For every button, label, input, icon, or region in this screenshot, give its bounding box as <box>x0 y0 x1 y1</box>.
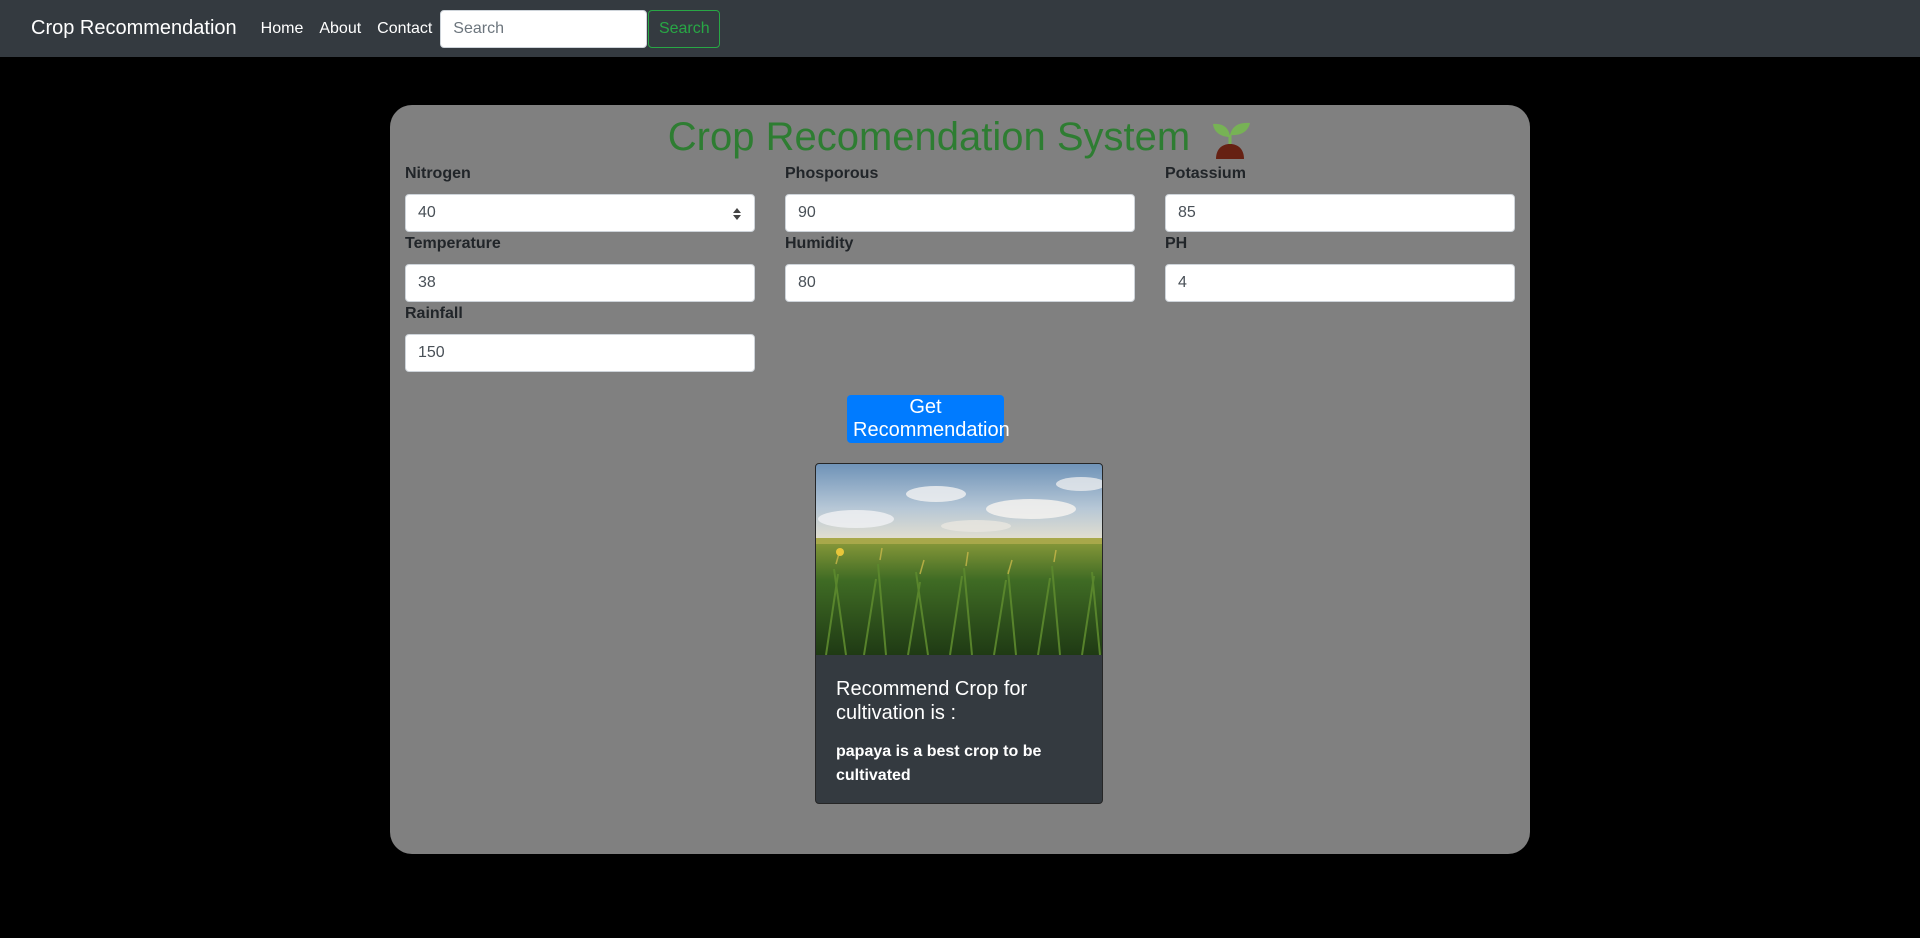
nitrogen-label: Nitrogen <box>405 165 471 182</box>
temperature-input[interactable] <box>405 264 755 302</box>
potassium-label: Potassium <box>1165 165 1246 182</box>
humidity-label: Humidity <box>785 235 854 252</box>
potassium-field-group: Potassium <box>1165 164 1515 232</box>
nav-link-home[interactable]: Home <box>261 20 304 38</box>
search-input[interactable] <box>440 9 648 48</box>
humidity-field-group: Humidity <box>785 234 1135 302</box>
temperature-label: Temperature <box>405 235 501 252</box>
card-result-text: papaya is a best crop to be cultivated <box>836 743 1042 784</box>
navbar: Crop Recommendation Home About Contact S… <box>0 0 1920 57</box>
get-recommendation-button[interactable]: Get Recommendation <box>847 395 1010 443</box>
nav-link-contact[interactable]: Contact <box>377 20 432 38</box>
phosporous-label: Phosporous <box>785 165 879 182</box>
ph-field-group: PH <box>1165 234 1515 302</box>
phosporous-input[interactable] <box>785 194 1135 232</box>
result-card: Recommend Crop for cultivation is : papa… <box>815 463 1103 804</box>
nitrogen-input[interactable] <box>405 194 755 232</box>
title-row: Crop Recomendation System <box>390 109 1530 165</box>
search-button[interactable]: Search <box>648 9 721 48</box>
rainfall-field-group: Rainfall <box>405 304 755 372</box>
rainfall-label: Rainfall <box>405 305 463 322</box>
page-title: Crop Recomendation System <box>667 114 1191 159</box>
temperature-field-group: Temperature <box>405 234 755 302</box>
seedling-icon <box>1208 115 1252 159</box>
number-stepper-icon[interactable] <box>731 204 743 224</box>
nav-link-about[interactable]: About <box>319 20 361 38</box>
recommendation-panel: Crop Recomendation System Nitrogen Phosp… <box>390 105 1530 854</box>
nitrogen-field-group: Nitrogen <box>405 164 755 232</box>
potassium-input[interactable] <box>1165 194 1515 232</box>
ph-label: PH <box>1165 235 1188 252</box>
ph-input[interactable] <box>1165 264 1515 302</box>
corn-field-image <box>816 464 1102 655</box>
navbar-brand[interactable]: Crop Recommendation <box>31 17 237 40</box>
humidity-input[interactable] <box>785 264 1135 302</box>
card-title: Recommend Crop for cultivation is : <box>836 678 1028 724</box>
rainfall-input[interactable] <box>405 334 755 372</box>
phosporous-field-group: Phosporous <box>785 164 1135 232</box>
